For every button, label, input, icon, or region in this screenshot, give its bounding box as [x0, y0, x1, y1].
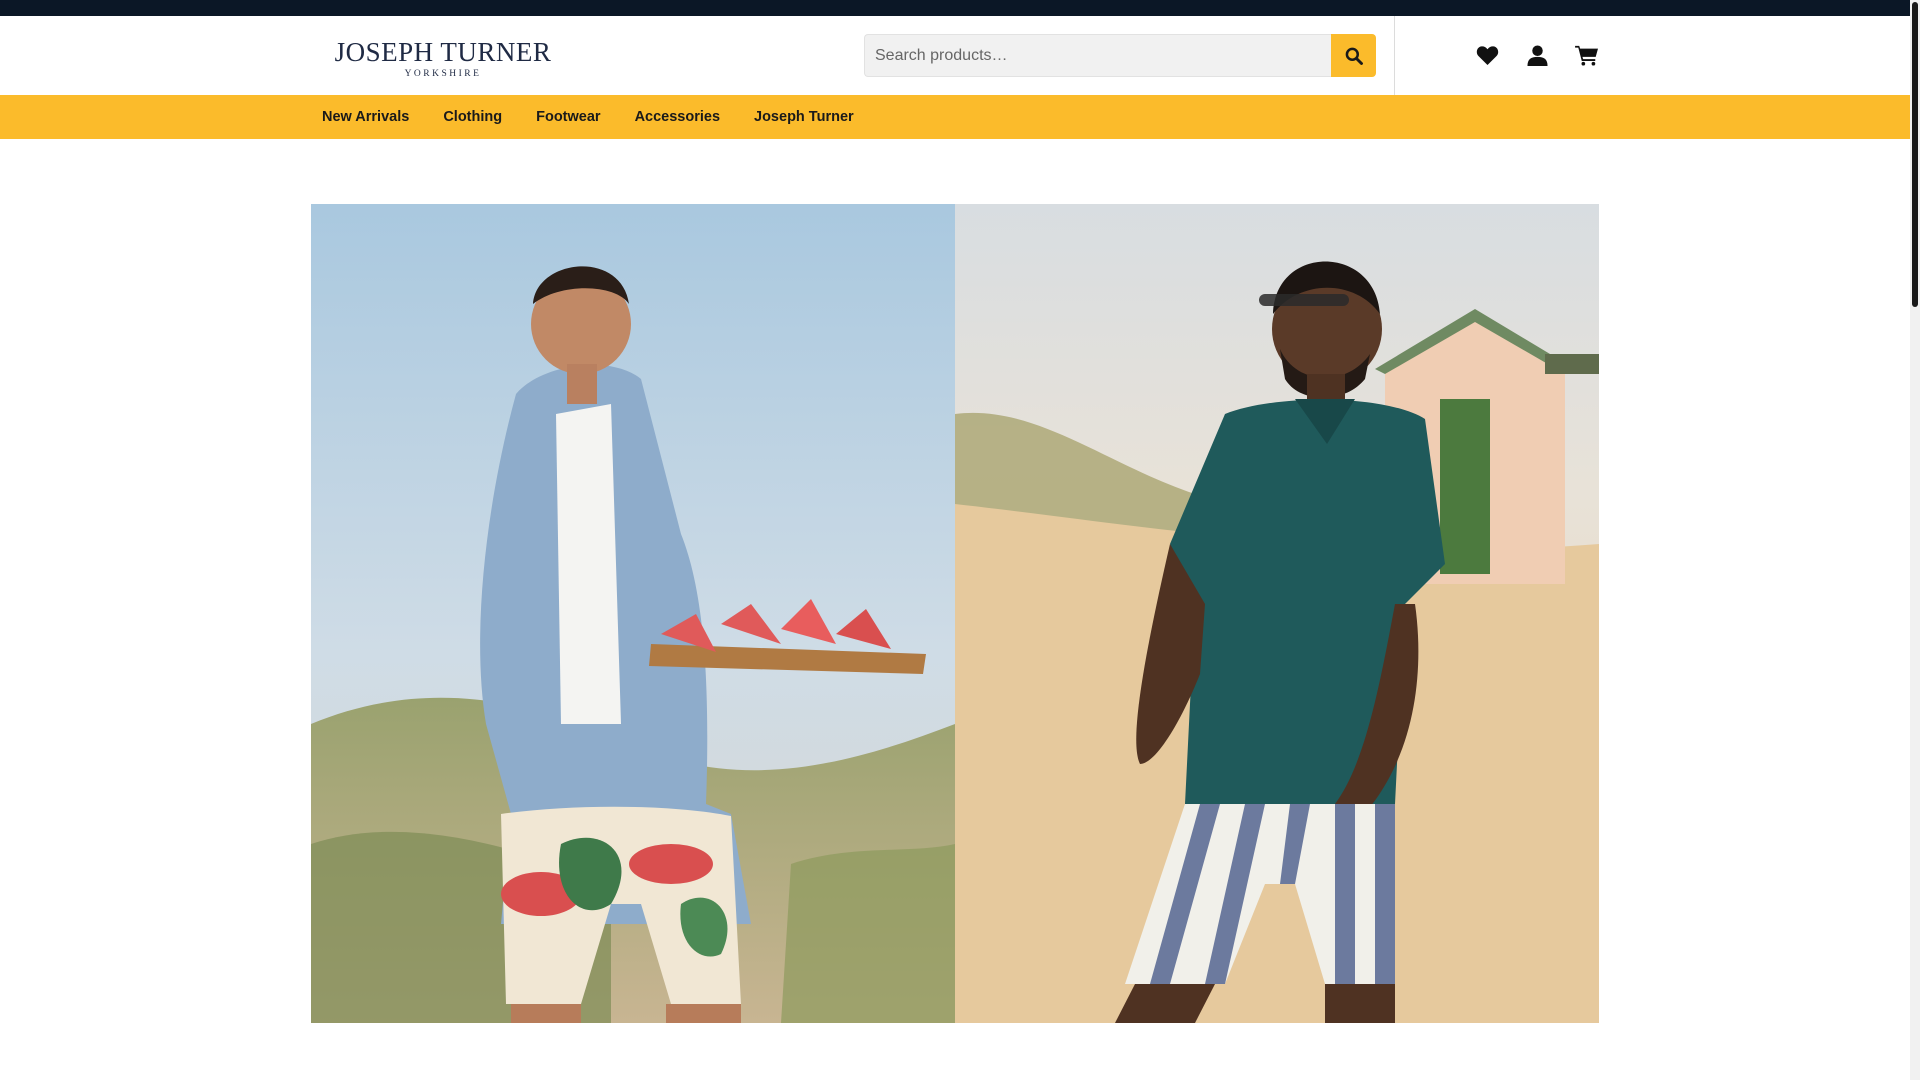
header-actions	[1475, 43, 1599, 69]
search-button[interactable]	[1331, 34, 1376, 77]
wishlist-button[interactable]	[1475, 43, 1499, 67]
hero-banner[interactable]	[311, 204, 1600, 1023]
nav-item-footwear[interactable]: Footwear	[519, 95, 617, 139]
logo-brand-name: JOSEPH TURNER	[335, 37, 552, 67]
cart-button[interactable]	[1575, 43, 1599, 67]
nav-item-joseph-turner[interactable]: Joseph Turner	[737, 95, 871, 139]
nav-item-accessories[interactable]: Accessories	[618, 95, 737, 139]
main-navigation: New Arrivals Clothing Footwear Accessori…	[0, 95, 1910, 139]
heart-icon	[1476, 45, 1498, 65]
search-icon	[1345, 47, 1363, 65]
cart-icon	[1575, 45, 1598, 66]
header-divider	[1394, 16, 1395, 95]
hero-image-right[interactable]	[955, 204, 1599, 1023]
logo-wordmark: JOSEPH TURNER YORKSHIRE	[335, 37, 552, 79]
logo-tagline: YORKSHIRE	[405, 69, 482, 79]
search-form	[864, 34, 1376, 77]
page-scrollbar[interactable]	[1910, 0, 1920, 1080]
scrollbar-thumb[interactable]	[1912, 2, 1918, 307]
search-input[interactable]	[864, 34, 1331, 77]
nav-item-clothing[interactable]: Clothing	[426, 95, 519, 139]
account-button[interactable]	[1525, 43, 1549, 67]
top-bar	[0, 0, 1910, 16]
hero-photo-watermelon	[311, 204, 955, 1023]
site-header: JOSEPH TURNER YORKSHIRE	[0, 16, 1910, 95]
nav-item-new-arrivals[interactable]: New Arrivals	[305, 95, 426, 139]
user-icon	[1526, 44, 1548, 66]
site-logo[interactable]: JOSEPH TURNER YORKSHIRE	[333, 35, 553, 79]
hero-image-left[interactable]	[311, 204, 955, 1023]
hero-photo-polo	[955, 204, 1599, 1023]
